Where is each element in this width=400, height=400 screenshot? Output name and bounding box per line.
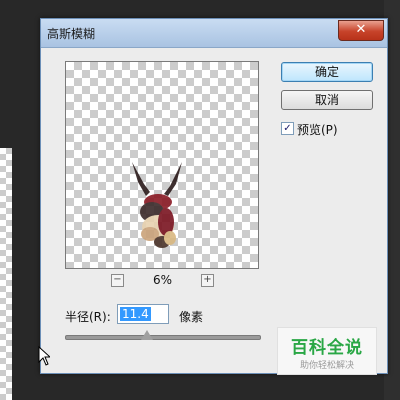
- preview-pane[interactable]: [65, 61, 259, 269]
- ok-button[interactable]: 确定: [281, 62, 373, 82]
- radius-input[interactable]: 11.4: [117, 304, 169, 324]
- mouse-cursor-icon: [38, 346, 50, 366]
- radius-unit-label: 像素: [179, 310, 204, 324]
- plus-icon: +: [203, 274, 212, 285]
- zoom-controls: − 6% +: [65, 273, 259, 289]
- dialog-title: 高斯模糊: [47, 27, 96, 41]
- zoom-in-button[interactable]: +: [201, 274, 214, 287]
- preview-image: [132, 162, 182, 248]
- dialog-titlebar[interactable]: 高斯模糊 ✕: [41, 19, 387, 48]
- preview-checkbox[interactable]: ✓: [281, 122, 294, 135]
- radius-slider[interactable]: [65, 330, 261, 340]
- checkmark-icon: ✓: [283, 123, 292, 134]
- close-icon: ✕: [355, 22, 367, 37]
- radius-value: 11.4: [120, 307, 151, 321]
- slider-thumb[interactable]: [141, 330, 154, 340]
- zoom-level: 6%: [153, 273, 173, 287]
- close-button[interactable]: ✕: [338, 20, 384, 41]
- canvas-transparency-background: [0, 148, 12, 400]
- watermark-logo: 百科全说 助你轻松解决: [277, 327, 377, 375]
- zoom-out-button[interactable]: −: [111, 274, 124, 287]
- watermark-subtitle: 助你轻松解决: [299, 361, 354, 371]
- preview-checkbox-label: 预览(P): [297, 123, 338, 137]
- cancel-button[interactable]: 取消: [281, 90, 373, 110]
- radius-label: 半径(R):: [65, 310, 111, 324]
- blurred-figure: [132, 162, 182, 248]
- minus-icon: −: [113, 274, 122, 285]
- gaussian-blur-dialog: 高斯模糊 ✕ − 6% + 半径(R): 11.4 像素 确定 取消 ✓ 预览(…: [40, 18, 388, 374]
- watermark-title: 百科全说: [291, 338, 363, 358]
